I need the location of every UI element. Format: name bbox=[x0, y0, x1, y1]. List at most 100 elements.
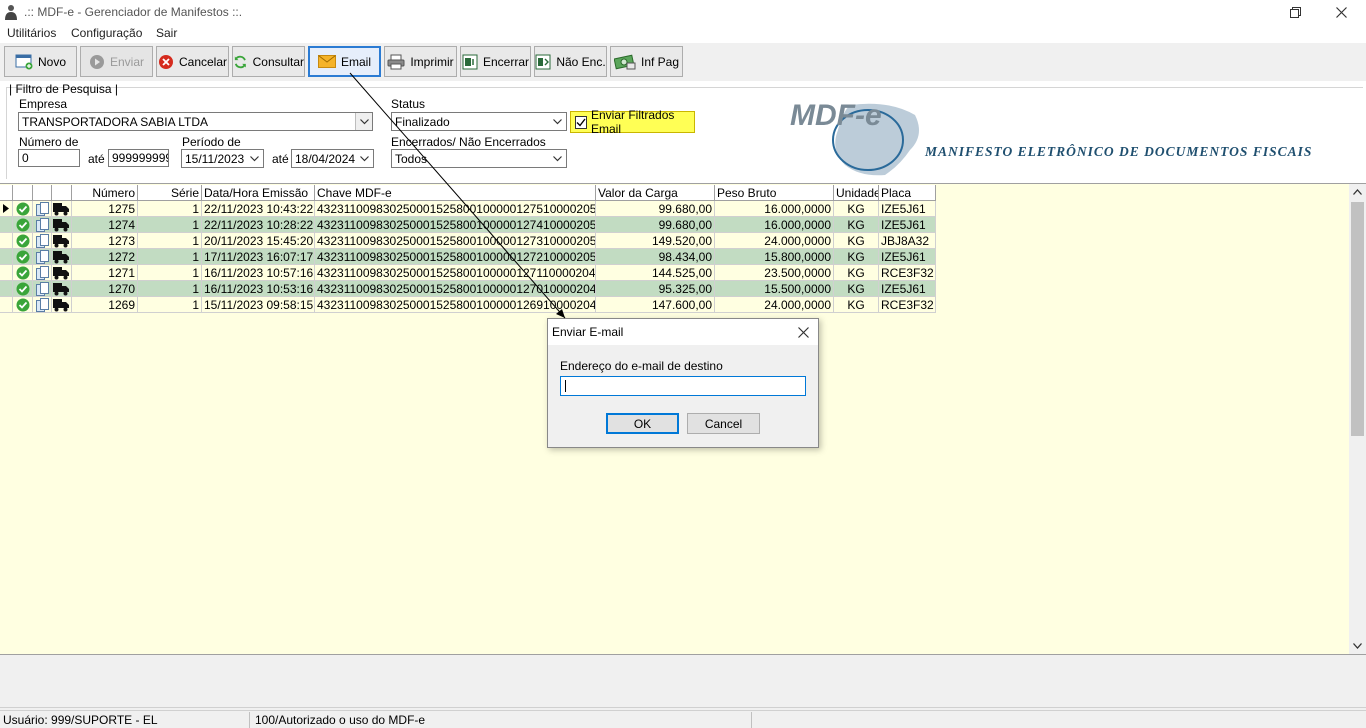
truck-icon bbox=[52, 265, 72, 281]
close-window-button[interactable] bbox=[1318, 0, 1364, 24]
cancel-button[interactable]: Cancel bbox=[687, 413, 760, 434]
header-serie[interactable]: Série bbox=[138, 185, 202, 201]
text-caret bbox=[565, 380, 566, 392]
restore-button[interactable] bbox=[1272, 0, 1318, 24]
nao-enc-button[interactable]: Não Enc. bbox=[534, 46, 607, 77]
dialog-close-button[interactable] bbox=[794, 323, 812, 341]
email-label: Email bbox=[340, 54, 371, 69]
chevron-down-icon[interactable] bbox=[549, 113, 566, 130]
cancelar-label: Cancelar bbox=[178, 54, 228, 69]
numero-ate-input[interactable]: 999999999 bbox=[108, 149, 169, 167]
filter-legend: | Filtro de Pesquisa | bbox=[9, 82, 118, 96]
periodo-ate-label: até bbox=[272, 152, 289, 166]
enviar-button[interactable]: Enviar bbox=[80, 46, 153, 77]
menu-configuracao[interactable]: Configuração bbox=[71, 26, 142, 40]
enviar-filtrados-checkbox[interactable]: Enviar Filtrados Email bbox=[570, 108, 695, 136]
cell-chave: 4323110098302500015258001000001269100002… bbox=[315, 297, 596, 313]
status-label: Status bbox=[391, 97, 426, 111]
periodo-de-datepicker[interactable]: 15/11/2023 bbox=[181, 149, 264, 168]
row-indicator bbox=[0, 297, 13, 313]
header-chave[interactable]: Chave MDF-e bbox=[315, 185, 596, 201]
header-numero[interactable]: Número bbox=[72, 185, 138, 201]
cell-valor-carga: 144.525,00 bbox=[596, 265, 715, 281]
status-user: Usuário: 999/SUPORTE - EL bbox=[3, 713, 158, 727]
cell-serie: 1 bbox=[138, 297, 202, 313]
cancel-icon bbox=[158, 54, 173, 69]
chevron-down-icon[interactable] bbox=[549, 150, 566, 167]
vertical-scrollbar[interactable] bbox=[1349, 184, 1366, 654]
filter-panel: | Filtro de Pesquisa | Empresa TRANSPORT… bbox=[0, 81, 1366, 183]
document-icon[interactable] bbox=[33, 281, 52, 297]
scroll-up-icon[interactable] bbox=[1353, 189, 1362, 195]
cell-valor-carga: 99.680,00 bbox=[596, 201, 715, 217]
encerrados-select[interactable]: Todos bbox=[391, 149, 567, 168]
ok-button[interactable]: OK bbox=[606, 413, 679, 434]
dialog-title-bar: Enviar E-mail bbox=[548, 319, 818, 345]
header-placa[interactable]: Placa bbox=[879, 185, 936, 201]
authorized-check-icon bbox=[13, 281, 33, 297]
imprimir-button[interactable]: Imprimir bbox=[384, 46, 457, 77]
chevron-down-icon[interactable] bbox=[246, 150, 263, 167]
document-icon[interactable] bbox=[33, 201, 52, 217]
cell-data-emissao: 22/11/2023 10:43:22 bbox=[202, 201, 315, 217]
menu-utilitarios[interactable]: Utilitários bbox=[7, 26, 56, 40]
scroll-down-icon[interactable] bbox=[1353, 643, 1362, 649]
numero-de-label: Número de bbox=[19, 135, 79, 149]
truck-icon bbox=[52, 233, 72, 249]
header-peso-bruto[interactable]: Peso Bruto bbox=[715, 185, 834, 201]
cancelar-button[interactable]: Cancelar bbox=[156, 46, 229, 77]
email-address-input[interactable] bbox=[560, 376, 806, 396]
document-icon[interactable] bbox=[33, 233, 52, 249]
consultar-button[interactable]: Consultar bbox=[232, 46, 305, 77]
row-indicator bbox=[0, 249, 13, 265]
document-icon[interactable] bbox=[33, 265, 52, 281]
cell-valor-carga: 95.325,00 bbox=[596, 281, 715, 297]
numero-de-input[interactable]: 0 bbox=[18, 149, 80, 167]
inf-pag-button[interactable]: Inf Pag bbox=[610, 46, 683, 77]
consultar-label: Consultar bbox=[252, 54, 304, 69]
chevron-down-icon[interactable] bbox=[356, 150, 373, 167]
cell-placa: IZE5J61 bbox=[879, 217, 936, 233]
close-doc-icon bbox=[462, 54, 478, 69]
encerrar-button[interactable]: Encerrar bbox=[460, 46, 531, 77]
cell-serie: 1 bbox=[138, 265, 202, 281]
periodo-ate-datepicker[interactable]: 18/04/2024 bbox=[291, 149, 374, 168]
send-icon bbox=[89, 54, 104, 69]
cell-data-emissao: 17/11/2023 16:07:17 bbox=[202, 249, 315, 265]
email-button[interactable]: Email bbox=[308, 46, 381, 77]
header-indicator bbox=[0, 185, 13, 201]
authorized-check-icon bbox=[13, 233, 33, 249]
cell-unidade: KG bbox=[834, 201, 879, 217]
cell-placa: RCE3F32 bbox=[879, 297, 936, 313]
cell-unidade: KG bbox=[834, 217, 879, 233]
dialog-title: Enviar E-mail bbox=[552, 325, 624, 339]
document-icon[interactable] bbox=[33, 217, 52, 233]
enviar-filtrados-label: Enviar Filtrados Email bbox=[591, 108, 675, 136]
header-valor-carga[interactable]: Valor da Carga bbox=[596, 185, 715, 201]
scroll-thumb[interactable] bbox=[1351, 202, 1364, 436]
cell-peso-bruto: 15.500,0000 bbox=[715, 281, 834, 297]
authorized-check-icon bbox=[13, 297, 33, 313]
periodo-de-label: Período de bbox=[182, 135, 241, 149]
empresa-select[interactable]: TRANSPORTADORA SABIA LTDA bbox=[18, 112, 373, 131]
header-unidade[interactable]: Unidade bbox=[834, 185, 879, 201]
cell-unidade: KG bbox=[834, 233, 879, 249]
periodo-de-value: 15/11/2023 bbox=[185, 152, 245, 166]
header-status-icon bbox=[13, 185, 33, 201]
cell-peso-bruto: 15.800,0000 bbox=[715, 249, 834, 265]
cell-valor-carga: 147.600,00 bbox=[596, 297, 715, 313]
novo-button[interactable]: Novo bbox=[4, 46, 77, 77]
menu-sair[interactable]: Sair bbox=[156, 26, 177, 40]
current-row-arrow-icon bbox=[3, 204, 9, 213]
novo-label: Novo bbox=[37, 54, 66, 69]
document-icon[interactable] bbox=[33, 297, 52, 313]
header-data-emissao[interactable]: Data/Hora Emissão bbox=[202, 185, 315, 201]
document-icon[interactable] bbox=[33, 249, 52, 265]
cell-unidade: KG bbox=[834, 281, 879, 297]
chevron-down-icon[interactable] bbox=[355, 113, 372, 130]
cell-peso-bruto: 24.000,0000 bbox=[715, 297, 834, 313]
bottom-panel bbox=[0, 655, 1366, 708]
status-select[interactable]: Finalizado bbox=[391, 112, 567, 131]
truck-icon bbox=[52, 297, 72, 313]
cell-placa: IZE5J61 bbox=[879, 281, 936, 297]
